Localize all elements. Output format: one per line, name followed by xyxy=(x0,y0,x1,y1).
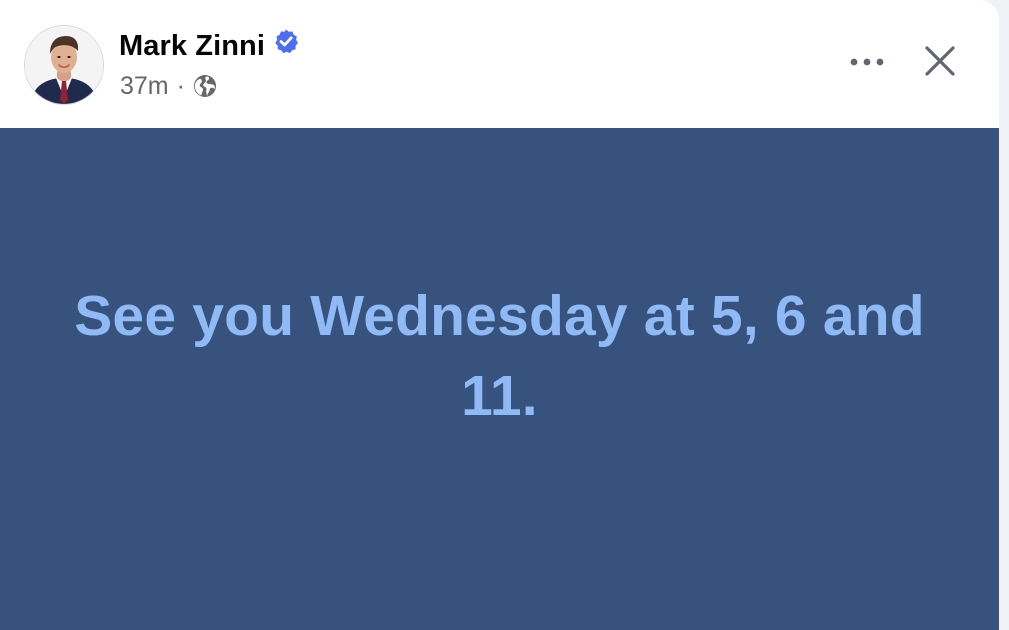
post-message: See you Wednesday at 5, 6 and 11. xyxy=(74,284,925,428)
close-icon xyxy=(925,46,955,76)
globe-icon[interactable] xyxy=(193,74,217,98)
post-card: Mark Zinni 37m · See you Wednesday at 5,… xyxy=(0,0,999,630)
post-timestamp[interactable]: 37m xyxy=(120,72,169,101)
avatar-image xyxy=(25,26,103,104)
author-avatar[interactable] xyxy=(24,25,104,105)
post-meta: 37m · xyxy=(120,70,217,102)
meta-separator: · xyxy=(176,71,185,100)
more-options-button[interactable] xyxy=(842,40,892,84)
author-name[interactable]: Mark Zinni xyxy=(119,30,265,63)
verified-badge-icon xyxy=(273,28,299,54)
post-header: Mark Zinni 37m · xyxy=(0,0,999,128)
close-button[interactable] xyxy=(913,34,967,88)
author-row: Mark Zinni xyxy=(119,28,299,64)
more-options-icon xyxy=(850,58,884,66)
